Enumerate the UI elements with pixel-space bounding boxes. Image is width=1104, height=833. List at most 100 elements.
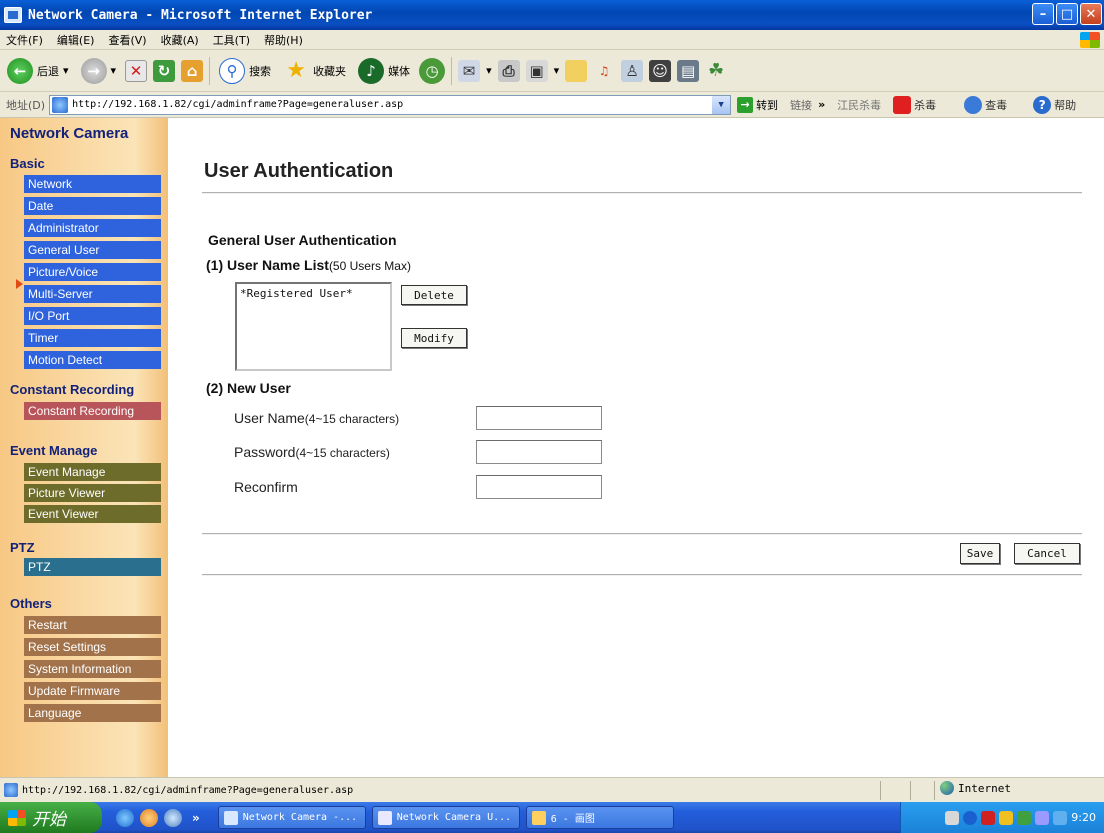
- address-input[interactable]: http://192.168.1.82/cgi/adminframe?Page=…: [49, 94, 732, 115]
- tray-volume-icon[interactable]: [1035, 810, 1050, 825]
- mail-icon[interactable]: ✉: [458, 59, 481, 82]
- maximize-icon[interactable]: □: [1056, 3, 1078, 25]
- username-field[interactable]: [476, 406, 602, 430]
- kill-virus-link[interactable]: 杀毒: [893, 95, 937, 114]
- sidebar-item-picture-viewer[interactable]: Picture Viewer: [24, 484, 161, 502]
- go-button[interactable]: → 转到: [737, 96, 778, 113]
- stop-icon[interactable]: ✕: [125, 59, 148, 82]
- window-title: Network Camera - Microsoft Internet Expl…: [28, 7, 373, 23]
- history-icon[interactable]: ◷: [419, 57, 446, 84]
- contact-icon[interactable]: ☺: [649, 59, 672, 82]
- sidebar-item-timer[interactable]: Timer: [24, 329, 161, 347]
- save-button[interactable]: Save: [960, 543, 1000, 564]
- list-item[interactable]: *Registered User*: [240, 287, 387, 300]
- back-button[interactable]: ← 后退 ▾: [4, 55, 72, 87]
- password-field[interactable]: [476, 440, 602, 464]
- modify-button[interactable]: Modify: [401, 328, 467, 348]
- reconfirm-field[interactable]: [476, 475, 602, 499]
- tray-monitor-icon[interactable]: [1053, 810, 1068, 825]
- search-button[interactable]: ⚲ 搜索: [216, 55, 274, 87]
- sidebar-item-reset-settings[interactable]: Reset Settings: [24, 638, 161, 656]
- username-note: (4~15 characters): [304, 412, 400, 426]
- user-list-heading: (1) User Name List(50 Users Max): [206, 257, 411, 273]
- sidebar-heading-basic: Basic: [10, 156, 45, 171]
- help-link[interactable]: ? 帮助: [1033, 95, 1077, 114]
- sidebar-item-event-viewer[interactable]: Event Viewer: [24, 505, 161, 523]
- links-label[interactable]: 链接: [790, 97, 812, 113]
- favorites-button[interactable]: ★ 收藏夹: [280, 55, 349, 87]
- help-label: 帮助: [1054, 98, 1077, 112]
- sidebar-item-network[interactable]: Network: [24, 175, 161, 193]
- sidebar-item-constant-recording[interactable]: Constant Recording: [24, 402, 161, 420]
- media-button[interactable]: ♪ 媒体: [355, 55, 413, 87]
- sidebar-item-restart[interactable]: Restart: [24, 616, 161, 634]
- main-panel: User Authentication General User Authent…: [168, 118, 1104, 777]
- back-dropdown-icon[interactable]: ▾: [63, 64, 69, 77]
- people-icon[interactable]: ☘: [705, 60, 727, 82]
- task-network-camera-doc[interactable]: Network Camera U...: [371, 806, 520, 829]
- back-arrow-icon: ←: [7, 57, 33, 84]
- tray-qq-icon[interactable]: [999, 810, 1014, 825]
- sidebar-item-update-firmware[interactable]: Update Firmware: [24, 682, 161, 700]
- messenger-icon[interactable]: ♙: [621, 59, 644, 82]
- sidebar-item-administrator[interactable]: Administrator: [24, 219, 161, 237]
- media-label: 媒体: [388, 64, 411, 78]
- kill-virus-label: 杀毒: [914, 98, 937, 112]
- task-paint[interactable]: 6 - 画图: [525, 806, 674, 829]
- research-icon[interactable]: ▤: [677, 59, 700, 82]
- sidebar-item-multi-server[interactable]: Multi-Server: [24, 285, 161, 303]
- sidebar-item-io-port[interactable]: I/O Port: [24, 307, 161, 325]
- qq-icon[interactable]: ♫: [593, 60, 615, 82]
- menu-view[interactable]: 查看(V): [108, 32, 146, 48]
- tray-arrow-icon[interactable]: [963, 810, 978, 825]
- section-title: General User Authentication: [208, 232, 397, 248]
- menu-edit[interactable]: 编辑(E): [57, 32, 95, 48]
- quicklaunch-more-icon[interactable]: »: [192, 811, 200, 825]
- edit-icon[interactable]: ▣: [525, 59, 548, 82]
- tray-network-icon[interactable]: [945, 810, 960, 825]
- task-label: Network Camera U...: [396, 812, 512, 823]
- task-network-camera-ie[interactable]: Network Camera -...: [217, 806, 366, 829]
- cancel-button[interactable]: Cancel: [1014, 543, 1080, 564]
- tray-antivirus-icon[interactable]: [981, 810, 996, 825]
- windows-logo-icon: [8, 809, 26, 826]
- start-button[interactable]: 开始: [0, 802, 102, 833]
- scan-virus-link[interactable]: 查毒: [964, 95, 1007, 114]
- browser-quicklaunch-icon[interactable]: [140, 808, 158, 827]
- ie-task-icon: [223, 810, 238, 825]
- ie-quicklaunch-icon[interactable]: [116, 808, 134, 827]
- edit-dropdown-icon[interactable]: ▾: [554, 64, 560, 77]
- refresh-icon[interactable]: ↻: [153, 59, 176, 82]
- forward-dropdown-icon[interactable]: ▾: [111, 64, 117, 77]
- window-titlebar[interactable]: Network Camera - Microsoft Internet Expl…: [0, 0, 1104, 30]
- folder-icon[interactable]: [565, 59, 588, 82]
- start-label: 开始: [32, 810, 66, 830]
- user-name-listbox[interactable]: *Registered User*: [235, 282, 392, 371]
- tray-input-icon[interactable]: [1017, 810, 1032, 825]
- sidebar-item-motion-detect[interactable]: Motion Detect: [24, 351, 161, 369]
- links-more-icon[interactable]: »: [818, 98, 825, 111]
- sidebar-item-event-manage[interactable]: Event Manage: [24, 463, 161, 481]
- mail-dropdown-icon[interactable]: ▾: [486, 64, 492, 77]
- menu-favorites[interactable]: 收藏(A): [161, 32, 199, 48]
- home-icon[interactable]: ⌂: [181, 59, 204, 82]
- minimize-icon[interactable]: –: [1032, 3, 1054, 25]
- sidebar-item-system-information[interactable]: System Information: [24, 660, 161, 678]
- menu-help[interactable]: 帮助(H): [264, 32, 303, 48]
- sidebar-item-general-user[interactable]: General User: [24, 241, 161, 259]
- print-icon[interactable]: ⎙: [497, 59, 520, 82]
- menu-tools[interactable]: 工具(T): [213, 32, 250, 48]
- sidebar-item-picture-voice[interactable]: Picture/Voice: [24, 263, 161, 281]
- address-dropdown-icon[interactable]: ▼: [712, 95, 731, 114]
- antivirus-link[interactable]: 江民杀毒: [837, 97, 881, 113]
- sidebar-item-language[interactable]: Language: [24, 704, 161, 722]
- page-icon: [52, 96, 69, 113]
- delete-button[interactable]: Delete: [401, 285, 467, 305]
- desktop-quicklaunch-icon[interactable]: [164, 808, 182, 827]
- sidebar-item-date[interactable]: Date: [24, 197, 161, 215]
- close-icon[interactable]: ✕: [1080, 3, 1102, 25]
- sidebar-item-ptz[interactable]: PTZ: [24, 558, 161, 576]
- forward-button[interactable]: → ▾: [78, 55, 120, 87]
- tray-clock[interactable]: 9:20: [1071, 811, 1096, 824]
- menu-file[interactable]: 文件(F): [6, 32, 43, 48]
